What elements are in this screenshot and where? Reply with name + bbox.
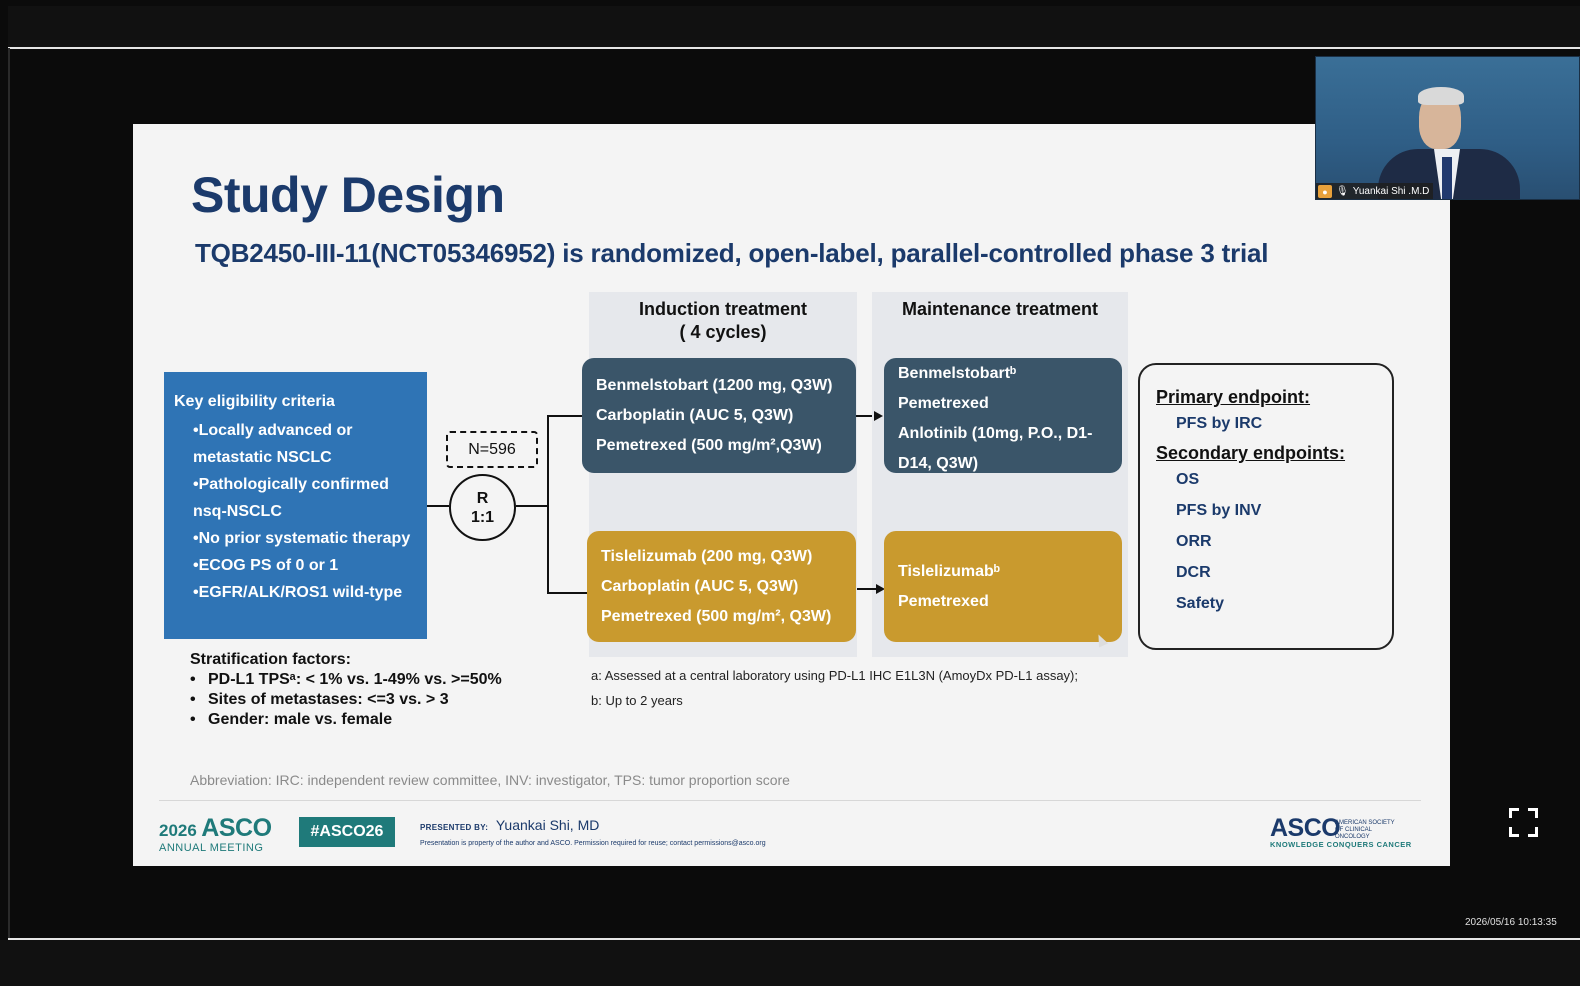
endpoint-item: DCR: [1176, 564, 1211, 581]
stratification-heading: Stratification factors:: [190, 651, 351, 668]
abbreviation-note: Abbreviation: IRC: independent review co…: [190, 772, 790, 788]
regimen-line: Anlotinib (10mg, P.O., D1-D14, Q3W): [898, 425, 1093, 472]
arm-b-maintenance-box: Tislelizumabᵇ Pemetrexed: [884, 531, 1122, 642]
slide-subtitle: TQB2450-III-11(NCT05346952) is randomize…: [195, 238, 1269, 268]
participant-label: ● 🎙 Yuankai Shi .M.D: [1316, 183, 1434, 199]
asco-logo-word: ASCO: [1270, 814, 1341, 842]
endpoints-box: Primary endpoint: PFS by IRC Secondary e…: [1138, 363, 1394, 650]
participant-name: Yuankai Shi .M.D: [1352, 186, 1430, 197]
footnote-b: b: Up to 2 years: [591, 693, 683, 708]
fullscreen-corner: [1509, 808, 1519, 818]
stratification-item: Gender: male vs. female: [190, 710, 502, 730]
video-timestamp: 2026/05/16 10:13:35: [1465, 917, 1557, 928]
regimen-line: Carboplatin (AUC 5, Q3W): [596, 407, 794, 424]
branch-line-lower: [547, 592, 587, 594]
participant-hair: [1418, 87, 1464, 105]
endpoint-item: Safety: [1176, 595, 1225, 612]
primary-endpoint-heading: Primary endpoint:: [1156, 387, 1311, 407]
eligibility-heading: Key eligibility criteria: [174, 393, 335, 410]
fullscreen-icon[interactable]: [1509, 808, 1538, 837]
endpoint-item: PFS by IRC: [1176, 415, 1263, 432]
asco-logo: ASCO AMERICAN SOCIETY OF CLINICAL ONCOLO…: [1270, 814, 1411, 849]
secondary-endpoint-heading: Secondary endpoints:: [1156, 443, 1346, 463]
endpoint-item: OS: [1176, 471, 1200, 488]
asco-annual-meeting-logo: 2026 ASCO ANNUAL MEETING: [159, 814, 272, 854]
maintenance-header: Maintenance treatment: [901, 299, 1099, 319]
meeting-subtitle: ANNUAL MEETING: [159, 842, 264, 854]
arm-a-induction-box: Benmelstobart (1200 mg, Q3W) Carboplatin…: [582, 358, 856, 473]
induction-header: Induction treatment ( 4 cycles): [589, 298, 857, 344]
top-bar: [8, 6, 1580, 48]
presenter-name: Yuankai Shi, MD: [495, 817, 600, 833]
bottom-bar: [0, 940, 1580, 986]
eligibility-list: •Locally advanced or metastatic NSCLC •P…: [174, 417, 417, 606]
stratification-item: PD-L1 TPSᵃ: < 1% vs. 1-49% vs. >=50%: [190, 670, 502, 690]
arrowhead-upper: [874, 411, 883, 421]
arrow-shaft-upper: [856, 415, 872, 417]
hashtag-badge: #ASCO26: [299, 817, 395, 847]
stratification-item: Sites of metastases: <=3 vs. > 3: [190, 690, 502, 710]
stratification-item-text: Gender: male vs. female: [208, 711, 393, 728]
eligibility-item: •Locally advanced or metastatic NSCLC: [193, 422, 353, 466]
connector-line: [427, 505, 449, 507]
branch-line: [547, 415, 549, 594]
meeting-year: 2026: [159, 821, 197, 840]
connector-line: [516, 505, 548, 507]
sample-size-box: N=596: [446, 431, 538, 468]
arrow-shaft-lower: [857, 588, 877, 590]
regimen-line: Carboplatin (AUC 5, Q3W): [601, 578, 799, 595]
fullscreen-corner: [1528, 827, 1538, 837]
regimen-line: Pemetrexed: [898, 395, 989, 412]
eligibility-item: •Pathologically confirmed nsq-NSCLC: [193, 476, 389, 520]
stratification-item-text: Sites of metastases: <=3 vs. > 3: [208, 691, 449, 708]
induction-header-line2: ( 4 cycles): [679, 322, 767, 342]
regimen-line: Benmelstobart (1200 mg, Q3W): [596, 377, 833, 394]
user-icon: ●: [1318, 185, 1332, 198]
branch-line-upper: [547, 415, 582, 417]
eligibility-item: •No prior systematic therapy: [193, 530, 411, 547]
top-border: [8, 47, 1580, 49]
stratification-list: PD-L1 TPSᵃ: < 1% vs. 1-49% vs. >=50% Sit…: [190, 670, 502, 730]
fullscreen-corner: [1528, 808, 1538, 818]
asco-tagline: KNOWLEDGE CONQUERS CANCER: [1270, 840, 1412, 849]
regimen-line: Pemetrexed: [898, 593, 989, 610]
induction-header-line1: Induction treatment: [638, 299, 807, 319]
footer-divider: [159, 800, 1421, 801]
footnote-a: a: Assessed at a central laboratory usin…: [591, 668, 1078, 683]
presented-by: PRESENTED BY: Yuankai Shi, MD: [420, 817, 599, 833]
randomization-circle: R 1:1: [449, 474, 516, 541]
randomization-label: R: [476, 489, 489, 507]
endpoint-item: ORR: [1176, 533, 1212, 550]
regimen-line: Pemetrexed (500 mg/m²,Q3W): [596, 437, 822, 454]
regimen-line: Benmelstobartᵇ: [898, 365, 1017, 382]
stratification-factors: Stratification factors: PD-L1 TPSᵃ: < 1%…: [190, 650, 502, 730]
meeting-word: ASCO: [201, 814, 272, 842]
property-notice: Presentation is property of the author a…: [420, 840, 766, 847]
fullscreen-corner: [1509, 827, 1519, 837]
slide-title: Study Design: [191, 167, 505, 223]
regimen-line: Tislelizumab (200 mg, Q3W): [601, 548, 813, 565]
left-border: [8, 48, 10, 940]
eligibility-criteria-box: Key eligibility criteria •Locally advanc…: [164, 372, 427, 639]
regimen-line: Tislelizumabᵇ: [898, 563, 1000, 580]
eligibility-item: •EGFR/ALK/ROS1 wild-type: [193, 584, 403, 601]
arm-a-maintenance-box: Benmelstobartᵇ Pemetrexed Anlotinib (10m…: [884, 358, 1122, 473]
participant-tie: [1442, 157, 1452, 199]
asco-logo-side-text: AMERICAN SOCIETY OF CLINICAL ONCOLOGY: [1335, 820, 1395, 840]
regimen-line: Pemetrexed (500 mg/m², Q3W): [601, 608, 832, 625]
arm-b-induction-box: Tislelizumab (200 mg, Q3W) Carboplatin (…: [587, 531, 856, 642]
endpoint-item: PFS by INV: [1176, 502, 1262, 519]
microphone-icon: 🎙: [1336, 186, 1349, 197]
randomization-ratio: 1:1: [470, 508, 495, 526]
participant-video-tile[interactable]: ● 🎙 Yuankai Shi .M.D: [1315, 56, 1580, 200]
eligibility-item: •ECOG PS of 0 or 1: [193, 557, 339, 574]
meeting-viewer: Study Design TQB2450-III-11(NCT05346952)…: [0, 0, 1580, 986]
presentation-slide: Study Design TQB2450-III-11(NCT05346952)…: [133, 124, 1450, 866]
presented-by-label: PRESENTED BY:: [420, 823, 489, 832]
stratification-item-text: PD-L1 TPSᵃ: < 1% vs. 1-49% vs. >=50%: [208, 671, 502, 688]
